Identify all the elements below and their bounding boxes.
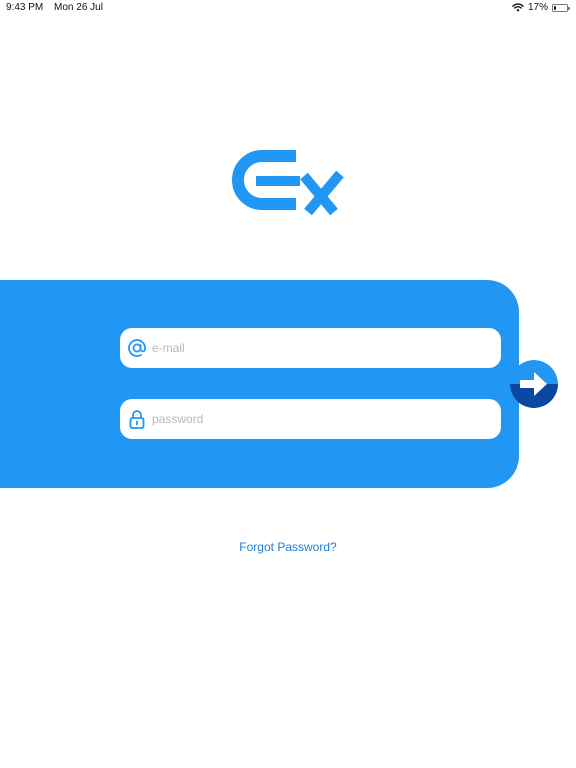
email-input[interactable] [152,341,482,355]
password-input[interactable] [152,412,482,426]
lock-icon [126,408,148,430]
ex-logo-icon [232,150,344,216]
submit-button[interactable] [510,360,558,408]
battery-icon [552,3,570,12]
arrow-right-icon [510,360,558,408]
battery-percent: 17% [527,2,548,13]
status-right: 17% [512,2,570,13]
battery-level [554,5,556,10]
wifi-icon [512,3,524,12]
forgot-password-link[interactable]: Forgot Password? [0,540,576,554]
status-date: Mon 26 Jul [54,2,103,13]
login-card [0,280,519,488]
password-field[interactable] [120,399,501,439]
status-bar: 9:43 PM Mon 26 Jul 17% [0,0,576,16]
status-left: 9:43 PM Mon 26 Jul [6,2,111,13]
at-sign-icon [126,337,148,359]
email-field[interactable] [120,328,501,368]
status-time: 9:43 PM [6,2,44,13]
